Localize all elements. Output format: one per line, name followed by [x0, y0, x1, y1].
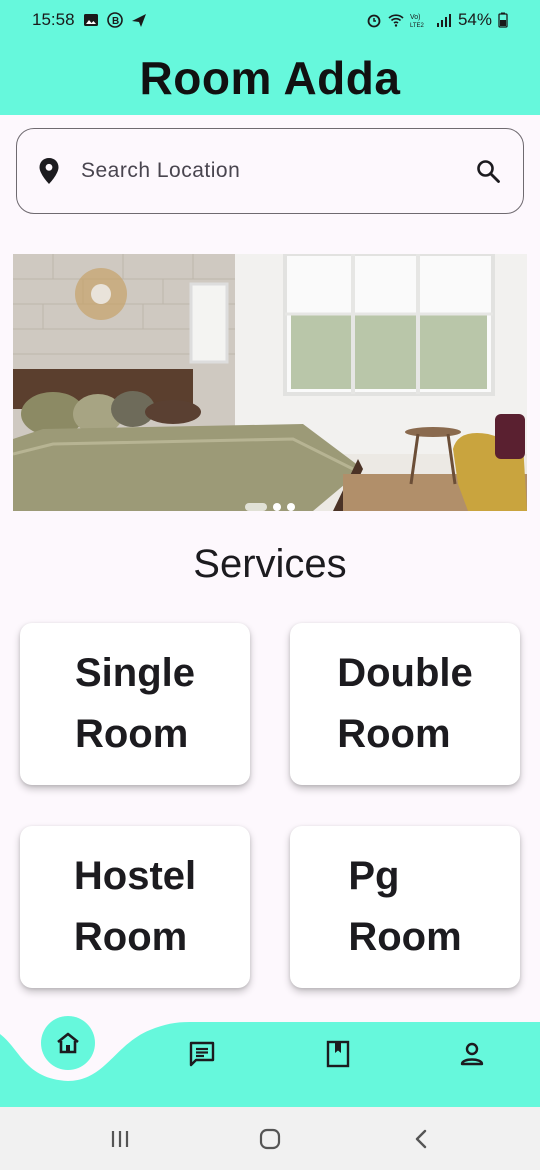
- back-button[interactable]: [402, 1119, 442, 1159]
- search-field[interactable]: [16, 128, 524, 214]
- pg-room-card[interactable]: Pg Room: [290, 826, 520, 988]
- services-heading: Services: [193, 542, 347, 586]
- status-bar: 15:58 B Vo) LTE2 54%: [0, 0, 540, 40]
- volte-icon: Vo) LTE2: [410, 14, 425, 28]
- battery-icon: [498, 12, 508, 28]
- location-pin-icon: [39, 158, 59, 184]
- svg-text:B: B: [112, 16, 119, 27]
- search-icon[interactable]: [475, 158, 501, 184]
- card-label: Pg Room: [348, 854, 462, 959]
- recent-apps-icon: [111, 1131, 129, 1147]
- svg-text:Vo): Vo): [410, 14, 421, 21]
- card-label: Hostel Room: [73, 854, 197, 959]
- search-input[interactable]: [81, 159, 475, 183]
- status-time: 15:58: [32, 10, 75, 29]
- status-right: Vo) LTE2 54%: [366, 10, 508, 30]
- wifi-icon: [388, 14, 404, 27]
- app-title: Room Adda: [139, 51, 401, 104]
- recent-apps-button[interactable]: [100, 1119, 140, 1159]
- svg-text:LTE2: LTE2: [410, 23, 425, 28]
- banner-carousel[interactable]: [13, 254, 527, 511]
- carousel-dot[interactable]: [273, 503, 281, 511]
- carousel-dot[interactable]: [245, 503, 267, 511]
- nav-home[interactable]: [41, 1016, 95, 1070]
- app-header: Room Adda: [0, 40, 540, 115]
- nav-chat[interactable]: [178, 1030, 226, 1078]
- back-icon: [415, 1129, 427, 1149]
- card-label: Double Room: [337, 651, 473, 756]
- battery-percent: 54%: [457, 10, 492, 29]
- b-badge-icon: B: [106, 12, 123, 28]
- gallery-icon: [83, 14, 98, 26]
- home-button[interactable]: [250, 1119, 290, 1159]
- carousel-dot[interactable]: [287, 503, 295, 511]
- system-nav-bar: [0, 1107, 540, 1170]
- bookmark-icon: [326, 1040, 350, 1068]
- home-circle-icon: [259, 1128, 281, 1150]
- status-left: 15:58 B: [32, 10, 147, 30]
- chat-icon: [189, 1041, 215, 1067]
- alarm-icon: [367, 14, 381, 28]
- double-room-card[interactable]: Double Room: [290, 623, 520, 785]
- home-icon: [57, 1032, 79, 1054]
- carousel-indicator: [13, 503, 527, 511]
- hostel-room-card[interactable]: Hostel Room: [20, 826, 250, 988]
- bedroom-image: [13, 254, 527, 511]
- card-label: Single Room: [74, 651, 196, 756]
- person-icon: [460, 1042, 484, 1066]
- nav-profile[interactable]: [448, 1030, 496, 1078]
- nav-bookings[interactable]: [314, 1030, 362, 1078]
- signal-icon: [436, 14, 451, 27]
- send-icon: [131, 14, 146, 27]
- single-room-card[interactable]: Single Room: [20, 623, 250, 785]
